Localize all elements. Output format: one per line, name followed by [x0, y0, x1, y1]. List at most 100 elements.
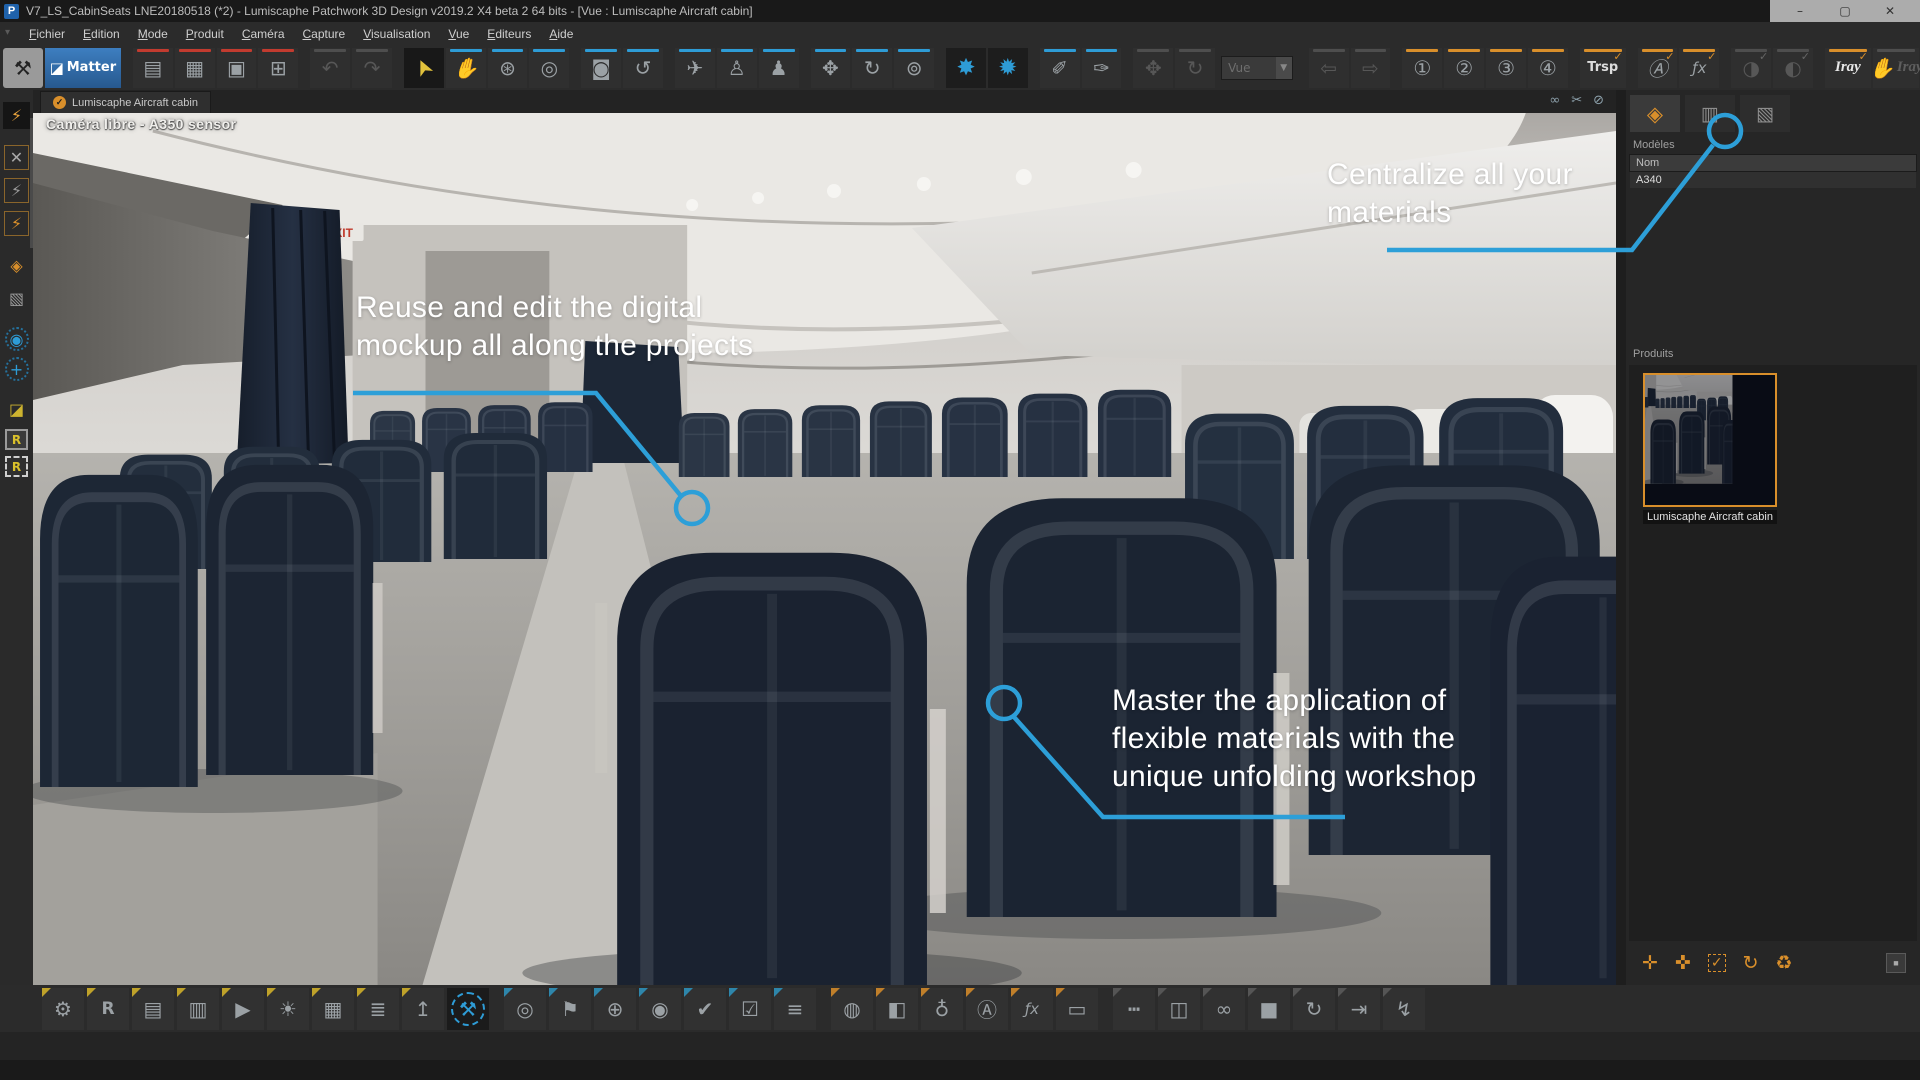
viewport-tab[interactable]: ✓ Lumiscaphe Aircraft cabin	[40, 91, 211, 113]
layers-globe-button[interactable]: ⊕	[594, 988, 636, 1030]
camera-4-button[interactable]: ④	[1528, 48, 1568, 88]
surface-image-button[interactable]: ◧	[876, 988, 918, 1030]
fly-mode-button[interactable]: ✈	[675, 48, 715, 88]
open-file-button[interactable]: ▦	[175, 48, 215, 88]
detach-view-button[interactable]: ⊘	[1593, 93, 1604, 108]
image-settings-button[interactable]: ▥	[177, 988, 219, 1030]
camera-1-button[interactable]: ①	[1402, 48, 1442, 88]
orbit-object-button[interactable]: ⊚	[894, 48, 934, 88]
import-target-button[interactable]: ⇥	[1338, 988, 1380, 1030]
menu-item[interactable]: Edition	[74, 25, 129, 43]
model-row[interactable]: A340	[1629, 172, 1917, 189]
tuning-sliders-button[interactable]: ≣	[357, 988, 399, 1030]
restore-button[interactable]: ▢	[1830, 0, 1860, 22]
wrench-mode-button[interactable]: ⚒	[3, 48, 43, 88]
move-view-button[interactable]: ✥	[1133, 48, 1173, 88]
menu-item[interactable]: Fichier	[20, 25, 74, 43]
menu-item[interactable]: Produit	[177, 25, 233, 43]
render-region-button[interactable]: ◈	[3, 252, 30, 279]
stop-render-button[interactable]: ■	[1886, 953, 1906, 973]
frame-settings-button[interactable]: ▭	[1056, 988, 1098, 1030]
realtime-lighting-toggle[interactable]: ⚡	[3, 102, 30, 129]
statistics-chart-button[interactable]: ↯	[1383, 988, 1425, 1030]
isolate-eye-toggle[interactable]: ◉	[5, 327, 29, 351]
paint-material-all-button[interactable]: ✹	[988, 48, 1028, 88]
refresh-products-button[interactable]: ↻	[1743, 952, 1759, 974]
portal-light-button[interactable]: ◫	[1158, 988, 1200, 1030]
wheel-material-button[interactable]: ◍	[831, 988, 873, 1030]
spray-inspect-button[interactable]: ✑	[1082, 48, 1122, 88]
bake-lighting-button[interactable]: ⚡	[3, 177, 30, 204]
delete-product-button[interactable]: ♻	[1776, 952, 1793, 974]
add-view-button[interactable]: +	[5, 357, 29, 381]
menu-item[interactable]: Vue	[439, 25, 478, 43]
effects-settings-button[interactable]: ƒx	[1011, 988, 1053, 1030]
product-thumbnail[interactable]	[1643, 373, 1777, 507]
paint-material-button[interactable]: ✸	[946, 48, 986, 88]
menu-item[interactable]: Aide	[540, 25, 582, 43]
camera-capture-button[interactable]: ◙	[581, 48, 621, 88]
redo-button[interactable]: ↷	[352, 48, 392, 88]
models-tree-area[interactable]	[1626, 189, 1920, 341]
tab-materials-library[interactable]: ▥	[1685, 95, 1735, 132]
previous-view-button[interactable]: ⇦	[1309, 48, 1349, 88]
save-as-button[interactable]: ⊞	[258, 48, 298, 88]
render-region-image-button[interactable]: R	[5, 456, 28, 477]
menu-item[interactable]: Editeurs	[478, 25, 540, 43]
configuration-list-button[interactable]: ≡	[774, 988, 816, 1030]
snapshot-image-button[interactable]: ◪	[3, 396, 30, 423]
menu-item[interactable]: Caméra	[233, 25, 294, 43]
next-view-button[interactable]: ⇨	[1351, 48, 1391, 88]
tab-models[interactable]: ◈	[1630, 95, 1680, 132]
tab-library-folders[interactable]: ▧	[1740, 95, 1790, 132]
rotate-turntable-button[interactable]: ↻	[1293, 988, 1335, 1030]
render-settings-button[interactable]: R	[87, 988, 129, 1030]
translate-object-button[interactable]: ✥	[811, 48, 851, 88]
zoom-tool-button[interactable]: ◎	[529, 48, 569, 88]
antialiasing-settings-button[interactable]: Ⓐ	[966, 988, 1008, 1030]
select-tool-button[interactable]: ➤	[404, 48, 444, 88]
measure-ruler-button[interactable]: ┅	[1113, 988, 1155, 1030]
close-button[interactable]: ✕	[1875, 0, 1905, 22]
layers-wheel-button[interactable]: ◎	[504, 988, 546, 1030]
rotate-view-button[interactable]: ↻	[1175, 48, 1215, 88]
material-preview-alt-button[interactable]: ◐ ✓	[1773, 48, 1813, 88]
image-schedule-button[interactable]: ▤	[132, 988, 174, 1030]
new-document-button[interactable]: ▤	[133, 48, 173, 88]
menu-item[interactable]: Visualisation	[354, 25, 439, 43]
configuration-tools-button[interactable]: ☑	[729, 988, 771, 1030]
spray-material-button[interactable]: ✐	[1040, 48, 1080, 88]
joystick-navigation-button[interactable]: ↥	[402, 988, 444, 1030]
presentation-screen-button[interactable]: ▧	[3, 285, 30, 312]
menu-item[interactable]: Mode	[129, 25, 177, 43]
layers-validate-button[interactable]: ✔	[684, 988, 726, 1030]
iray-settings-button[interactable]: ⚙	[42, 988, 84, 1030]
save-button[interactable]: ▣	[217, 48, 257, 88]
unfolding-workshop-button[interactable]: ⚒	[447, 988, 489, 1030]
split-view-button[interactable]: ✂	[1571, 93, 1582, 108]
video-capture-button[interactable]: ▶	[222, 988, 264, 1030]
validate-selection-button[interactable]: ✓	[1708, 954, 1726, 972]
iray-pause-button[interactable]: ✋ Iray	[1873, 48, 1919, 88]
avatar-mode-button[interactable]: ♟	[759, 48, 799, 88]
pan-hand-tool-button[interactable]: ✋	[446, 48, 486, 88]
effects-toggle-button[interactable]: ƒx ✓	[1679, 48, 1719, 88]
menu-item[interactable]: Capture	[294, 25, 355, 43]
transparency-toggle-button[interactable]: Trsp ✓	[1580, 48, 1626, 88]
camera-orbit-button[interactable]: ↺	[623, 48, 663, 88]
camera-3-button[interactable]: ③	[1486, 48, 1526, 88]
undo-button[interactable]: ↶	[310, 48, 350, 88]
stereo-glasses-button[interactable]: ∞	[1203, 988, 1245, 1030]
view-select-dropdown[interactable]: Vue ▼	[1221, 56, 1293, 80]
environment-globe-button[interactable]: ♁	[921, 988, 963, 1030]
antialiasing-toggle-button[interactable]: Ⓐ ✓	[1638, 48, 1678, 88]
add-multiple-products-button[interactable]: ✜	[1675, 952, 1691, 974]
clear-baked-lighting-button[interactable]: ✕	[3, 144, 30, 171]
3d-viewport[interactable]: Caméra libre - A350 sensor	[33, 113, 1616, 985]
material-preview-button[interactable]: ◑ ✓	[1731, 48, 1771, 88]
minimize-button[interactable]: –	[1785, 0, 1815, 22]
matter-mode-button[interactable]: ◪ Matter	[45, 48, 121, 88]
add-product-button[interactable]: ✛	[1642, 952, 1658, 974]
camera-2-button[interactable]: ②	[1444, 48, 1484, 88]
layers-position-button[interactable]: ⚑	[549, 988, 591, 1030]
